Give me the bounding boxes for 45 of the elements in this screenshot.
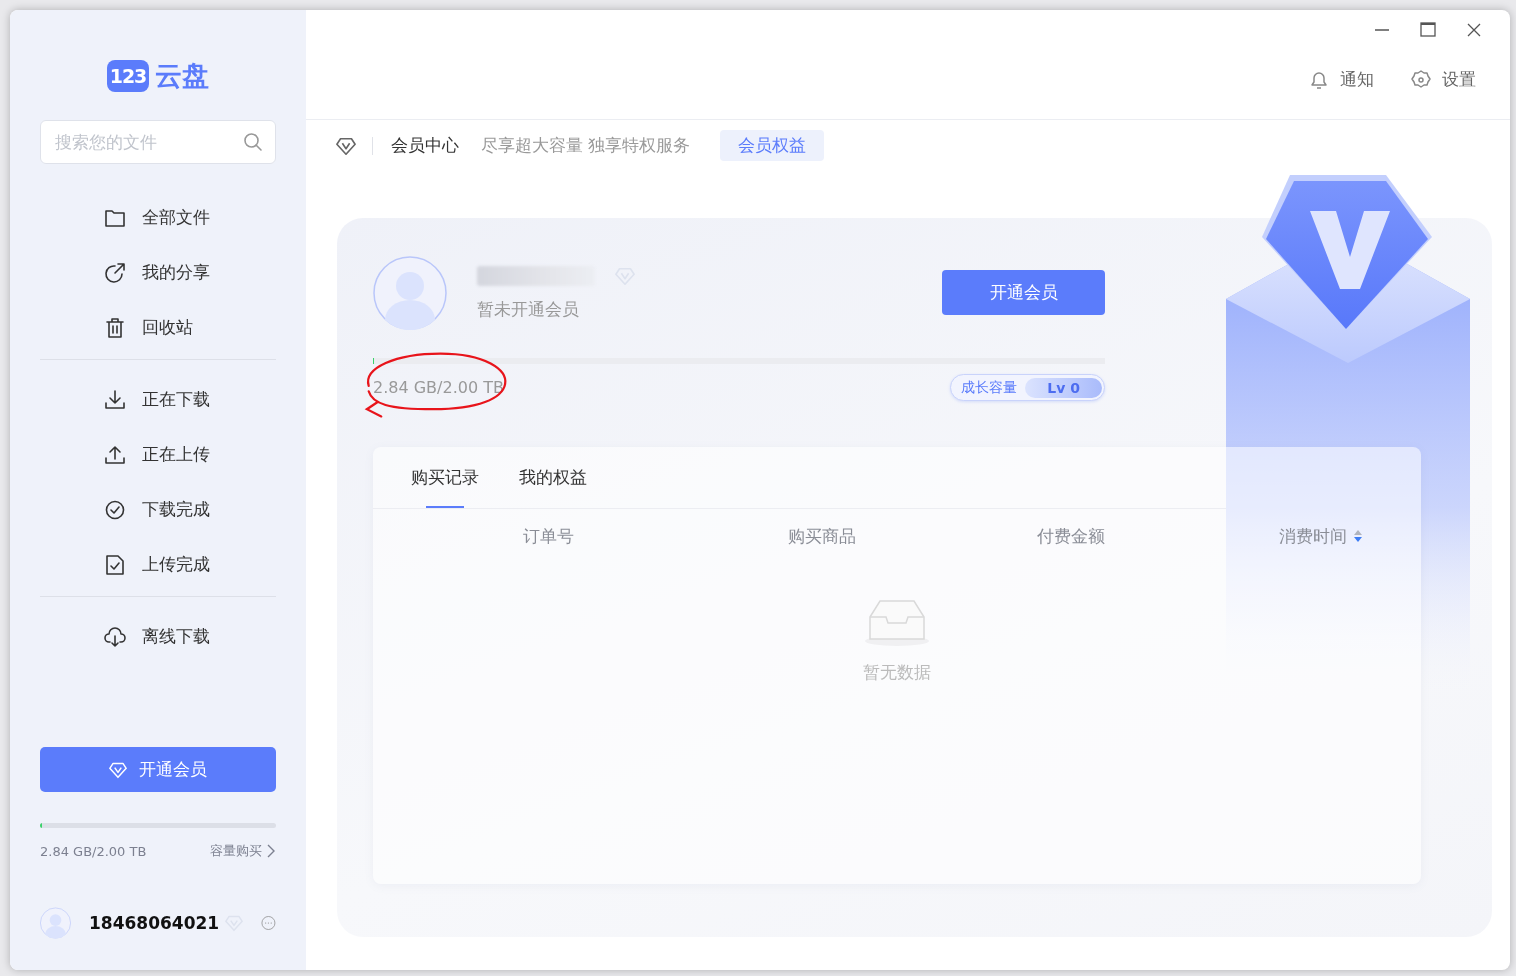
logo-text: 云盘 (155, 59, 210, 93)
tab[interactable]: 购买记录 (411, 447, 479, 509)
nav-item[interactable]: 下载完成 (104, 482, 276, 537)
nav-item[interactable]: 回收站 (104, 300, 276, 355)
nav-item[interactable]: 全部文件 (104, 190, 276, 245)
check-circle-icon (104, 498, 126, 521)
nav-item[interactable]: 我的分享 (104, 245, 276, 300)
tab[interactable]: 我的权益 (519, 447, 587, 509)
nav-item[interactable]: 离线下载 (104, 609, 276, 664)
growth-label: 成长容量 (961, 378, 1018, 397)
member-status: 暂未开通会员 (477, 298, 580, 322)
diamond-icon (336, 135, 356, 156)
open-membership-button[interactable]: 开通会员 (942, 270, 1105, 316)
upload-icon (104, 443, 126, 466)
storage-usage: 2.84 GB/2.00 TB (40, 843, 147, 859)
cloud-download-icon (104, 625, 126, 648)
search-field[interactable]: 搜索您的文件 (40, 120, 276, 164)
logo-badge: 123 (106, 60, 150, 92)
chevron-right-icon (266, 843, 276, 859)
diamond-icon (109, 760, 127, 779)
slogan: 尽享超大容量 独享特权服务 (481, 134, 691, 158)
settings-icon (1410, 68, 1432, 91)
column-header: 付费金额 (1037, 524, 1105, 548)
column-header: 购买商品 (788, 524, 856, 548)
vip-button[interactable]: 开通会员 (40, 747, 276, 792)
empty-inbox-icon (862, 599, 932, 648)
trash-icon (104, 316, 126, 339)
buy-storage-link[interactable]: 容量购买 (210, 842, 276, 860)
search-icon (243, 132, 263, 152)
share-icon (104, 261, 126, 284)
file-check-icon (104, 553, 126, 576)
column-header: 订单号 (522, 524, 574, 548)
empty-message: 暂无数据 (863, 661, 931, 685)
nav-item[interactable]: 上传完成 (104, 537, 276, 592)
user-phone: 18468064021 (89, 913, 220, 933)
header-action[interactable]: 设置 (1410, 68, 1476, 91)
download-icon (104, 388, 126, 411)
growth-level: Lv 0 (1025, 377, 1102, 398)
search-input[interactable]: 搜索您的文件 (53, 131, 243, 153)
sort-icon[interactable] (1353, 529, 1363, 544)
header-action[interactable]: 通知 (1308, 68, 1374, 91)
nav-item[interactable]: 正在上传 (104, 427, 276, 482)
page-title: 会员中心 (391, 134, 459, 158)
nav-item[interactable]: 正在下载 (104, 372, 276, 427)
column-header: 消费时间 (1279, 524, 1347, 548)
